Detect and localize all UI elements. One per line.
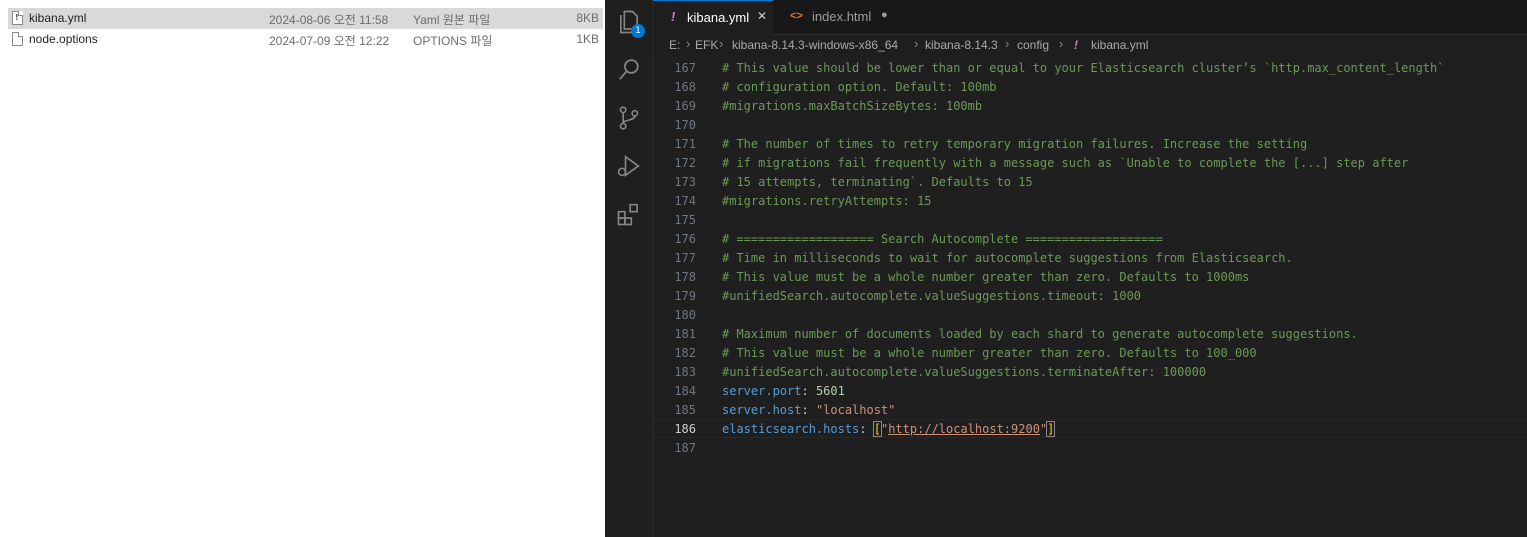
line-number: 168 — [674, 80, 696, 94]
explorer-badge: 1 — [631, 24, 645, 38]
code-line-comment[interactable]: # This value must be a whole number grea… — [722, 268, 1249, 287]
yaml-colon: : — [801, 403, 816, 417]
line-number: 171 — [674, 137, 696, 151]
line-number: 182 — [674, 346, 696, 360]
breadcrumb: E: › EFK › kibana-8.14.3-windows-x86_64 … — [653, 35, 1527, 57]
breadcrumb-item[interactable]: EFK — [695, 38, 718, 52]
yaml-value: 5601 — [815, 384, 845, 398]
line-number: 186 — [674, 422, 696, 436]
yaml-key: server.port — [722, 384, 802, 398]
code-line-comment[interactable]: #unifiedSearch.autocomplete.valueSuggest… — [722, 363, 1206, 382]
breadcrumb-item[interactable]: kibana-8.14.3 — [925, 38, 998, 52]
tab-kibana-yml[interactable]: ! kibana.yml ✕ — [653, 0, 773, 35]
editor-tab-bar: ! kibana.yml ✕ <> index.html ● — [653, 0, 1527, 35]
line-number: 172 — [674, 156, 696, 170]
file-icon — [12, 32, 23, 46]
line-number: 177 — [674, 251, 696, 265]
line-number: 187 — [674, 441, 696, 455]
code-line-comment[interactable]: #migrations.maxBatchSizeBytes: 100mb — [722, 97, 982, 116]
chevron-right-icon: › — [914, 36, 919, 51]
vscode-window: 1 ! kibana.yml ✕ <> index.html ● E: › EF… — [605, 0, 1527, 537]
tab-label: index.html — [812, 9, 872, 24]
line-number: 181 — [674, 327, 696, 341]
line-number: 178 — [674, 270, 696, 284]
line-number: 185 — [674, 403, 696, 417]
close-icon[interactable]: ✕ — [757, 9, 767, 23]
line-number: 184 — [674, 384, 696, 398]
activity-bar: 1 — [605, 0, 653, 537]
code-line-comment[interactable]: # =================== Search Autocomplet… — [722, 230, 1163, 249]
code-line-comment[interactable]: # Time in milliseconds to wait for autoc… — [722, 249, 1293, 268]
code-line-comment[interactable]: #unifiedSearch.autocomplete.valueSuggest… — [722, 287, 1141, 306]
search-icon[interactable] — [615, 56, 643, 84]
code-line-comment[interactable]: #migrations.retryAttempts: 15 — [722, 192, 932, 211]
breadcrumb-item[interactable]: config — [1017, 38, 1049, 52]
file-date: 2024-08-06 오전 11:58 — [269, 13, 389, 27]
source-control-icon[interactable] — [615, 104, 643, 132]
code-line-comment[interactable]: # This value must be a whole number grea… — [722, 344, 1257, 363]
line-number: 173 — [674, 175, 696, 189]
breadcrumb-item[interactable]: kibana-8.14.3-windows-x86_64 — [732, 38, 898, 52]
yaml-colon: : — [859, 422, 874, 436]
line-number: 167 — [674, 61, 696, 75]
extensions-icon[interactable] — [615, 200, 643, 228]
line-number: 179 — [674, 289, 696, 303]
yaml-key: elasticsearch.hosts — [722, 422, 860, 436]
line-number: 180 — [674, 308, 696, 322]
chevron-right-icon: › — [1005, 36, 1010, 51]
explorer-icon[interactable]: 1 — [615, 8, 645, 38]
matched-bracket-close: ] — [1046, 421, 1056, 437]
code-editor[interactable]: 184 server.port: 5601 185 server.host: "… — [653, 57, 1527, 537]
yaml-file-icon: ! — [1074, 38, 1078, 52]
breadcrumb-item[interactable]: kibana.yml — [1091, 38, 1148, 52]
line-number: 169 — [674, 99, 696, 113]
chevron-right-icon: › — [1059, 36, 1064, 51]
yaml-key: server.host — [722, 403, 802, 417]
code-line-comment[interactable]: # configuration option. Default: 100mb — [722, 78, 997, 97]
file-date: 2024-07-09 오전 12:22 — [269, 34, 390, 48]
line-number: 183 — [674, 365, 696, 379]
file-type: OPTIONS 파일 — [413, 34, 493, 48]
chevron-right-icon: › — [719, 36, 724, 51]
code-line-comment[interactable]: # This value should be lower than or equ… — [722, 59, 1444, 78]
line-number: 175 — [674, 213, 696, 227]
line-number: 170 — [674, 118, 696, 132]
code-line-comment[interactable]: # 15 attempts, terminating`. Defaults to… — [722, 173, 1033, 192]
code-line-elasticsearch-hosts[interactable]: elasticsearch.hosts: ["http://localhost:… — [722, 420, 1056, 439]
tab-index-html[interactable]: <> index.html ● — [774, 0, 896, 35]
code-line-comment[interactable]: # Maximum number of documents loaded by … — [722, 325, 1358, 344]
yaml-url-value[interactable]: http://localhost:9200 — [888, 422, 1040, 436]
tab-label: kibana.yml — [687, 10, 750, 25]
file-size: 8KB — [576, 11, 599, 25]
file-size: 1KB — [576, 32, 599, 46]
file-name: kibana.yml — [29, 11, 87, 25]
breadcrumb-item[interactable]: E: — [669, 38, 680, 52]
run-debug-icon[interactable] — [615, 152, 643, 180]
unsaved-dot-icon[interactable]: ● — [881, 9, 888, 21]
code-line-server-host[interactable]: server.host: "localhost" — [722, 401, 895, 420]
line-number: 174 — [674, 194, 696, 208]
yaml-value: "localhost" — [815, 403, 896, 417]
file-explorer-window: ! kibana.yml 2024-08-06 오전 11:58 Yaml 원본… — [0, 0, 605, 537]
chevron-right-icon: › — [686, 36, 691, 51]
code-line-comment[interactable]: # if migrations fail frequently with a m… — [722, 154, 1408, 173]
code-line-server-port[interactable]: server.port: 5601 — [722, 382, 845, 401]
yaml-colon: : — [801, 384, 816, 398]
file-row-node-options[interactable]: node.options 2024-07-09 오전 12:22 OPTIONS… — [8, 29, 603, 50]
file-name: node.options — [29, 32, 98, 46]
yaml-file-icon: ! — [671, 9, 676, 24]
file-row-kibana-yml[interactable]: ! kibana.yml 2024-08-06 오전 11:58 Yaml 원본… — [8, 8, 603, 29]
code-line-comment[interactable]: # The number of times to retry temporary… — [722, 135, 1307, 154]
matched-bracket-open: [ — [872, 421, 883, 437]
line-number: 176 — [674, 232, 696, 246]
html-file-icon: <> — [790, 10, 803, 22]
yaml-file-icon: ! — [12, 11, 23, 25]
file-type: Yaml 원본 파일 — [413, 13, 491, 27]
